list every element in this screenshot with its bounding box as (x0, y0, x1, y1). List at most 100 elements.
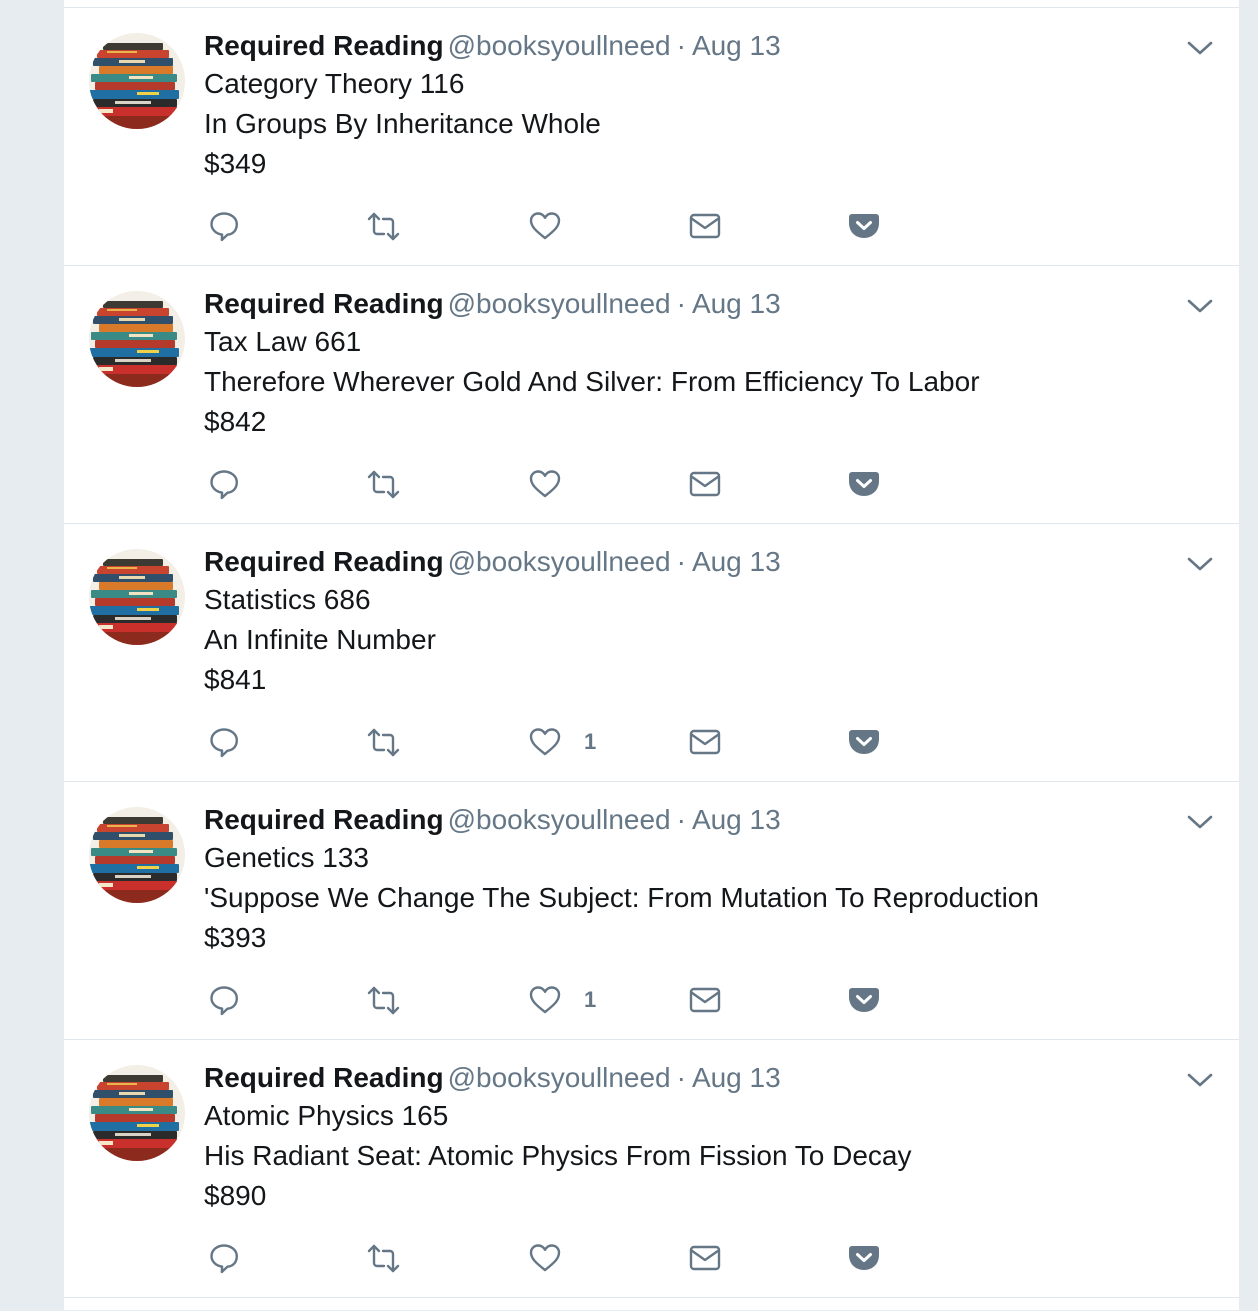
retweet-button[interactable] (365, 982, 401, 1018)
pocket-icon (847, 470, 881, 498)
course-name: Atomic Physics 165 (204, 1100, 449, 1131)
heart-icon (529, 728, 561, 756)
chevron-down-icon[interactable] (1185, 552, 1215, 576)
reply-button[interactable] (207, 982, 241, 1018)
heart-icon (529, 986, 561, 1014)
book-stack-image (89, 1065, 185, 1161)
direct-message-button[interactable] (688, 982, 722, 1018)
envelope-icon (689, 987, 721, 1013)
author-handle[interactable]: @booksyoullneed (448, 1062, 671, 1093)
tweet-date[interactable]: Aug 13 (692, 546, 781, 577)
reply-button[interactable] (207, 208, 241, 244)
retweet-button[interactable] (365, 1240, 401, 1276)
save-to-pocket-button[interactable] (847, 208, 881, 244)
author-name[interactable]: Required Reading (204, 1062, 444, 1093)
save-to-pocket-button[interactable] (847, 724, 881, 760)
envelope-icon (689, 471, 721, 497)
author-name[interactable]: Required Reading (204, 30, 444, 61)
retweet-icon (367, 212, 400, 241)
retweet-button[interactable] (365, 724, 401, 760)
tweet-header: Required Reading @booksyoullneed · Aug 13 (204, 803, 781, 837)
retweet-button[interactable] (365, 466, 401, 502)
author-name[interactable]: Required Reading (204, 288, 444, 319)
tweet-header: Required Reading @booksyoullneed · Aug 13 (204, 1061, 781, 1095)
separator-dot: · (676, 288, 686, 319)
course-name: Category Theory 116 (204, 68, 465, 99)
chevron-down-icon[interactable] (1185, 1068, 1215, 1092)
chevron-down-icon[interactable] (1185, 294, 1215, 318)
course-name: Statistics 686 (204, 584, 371, 615)
chevron-down-icon[interactable] (1185, 810, 1215, 834)
separator-dot: · (676, 546, 686, 577)
author-handle[interactable]: @booksyoullneed (448, 288, 671, 319)
reply-icon (210, 728, 239, 758)
book-price: $393 (204, 922, 267, 953)
envelope-icon (689, 1245, 721, 1271)
avatar[interactable] (89, 33, 185, 129)
envelope-icon (689, 729, 721, 755)
reply-icon (210, 470, 239, 500)
save-to-pocket-button[interactable] (847, 1240, 881, 1276)
retweet-icon (367, 728, 400, 757)
tweet[interactable]: Required Reading @booksyoullneed · Aug 13 G… (64, 781, 1239, 1038)
tweet-actions (204, 466, 924, 502)
next-tweet-edge (64, 1297, 1239, 1311)
reply-icon (210, 986, 239, 1016)
book-price: $842 (204, 406, 267, 437)
retweet-icon (367, 986, 400, 1015)
like-button[interactable] (528, 1240, 584, 1276)
direct-message-button[interactable] (688, 466, 722, 502)
tweet-date[interactable]: Aug 13 (692, 30, 781, 61)
like-button[interactable] (528, 208, 584, 244)
avatar[interactable] (89, 807, 185, 903)
author-handle[interactable]: @booksyoullneed (448, 804, 671, 835)
direct-message-button[interactable] (688, 724, 722, 760)
like-button[interactable]: 1 (528, 724, 596, 760)
tweet-header: Required Reading @booksyoullneed · Aug 13 (204, 287, 781, 321)
tweet-header: Required Reading @booksyoullneed · Aug 13 (204, 545, 781, 579)
book-title: His Radiant Seat: Atomic Physics From Fi… (204, 1140, 912, 1171)
tweet-actions: 1 (204, 982, 924, 1018)
reply-button[interactable] (207, 466, 241, 502)
author-name[interactable]: Required Reading (204, 546, 444, 577)
tweet[interactable]: Required Reading @booksyoullneed · Aug 13 S… (64, 523, 1239, 780)
tweet[interactable]: Required Reading @booksyoullneed · Aug 13 A… (64, 1039, 1239, 1296)
chevron-down-icon[interactable] (1185, 36, 1215, 60)
save-to-pocket-button[interactable] (847, 466, 881, 502)
retweet-icon (367, 470, 400, 499)
heart-icon (529, 212, 561, 240)
retweet-button[interactable] (365, 208, 401, 244)
avatar[interactable] (89, 549, 185, 645)
book-price: $841 (204, 664, 267, 695)
tweet-actions (204, 208, 924, 244)
retweet-icon (367, 1244, 400, 1273)
tweet[interactable]: Required Reading @booksyoullneed · Aug 13 C… (64, 7, 1239, 264)
tweet[interactable]: Required Reading @booksyoullneed · Aug 13 T… (64, 265, 1239, 522)
author-name[interactable]: Required Reading (204, 804, 444, 835)
tweet-date[interactable]: Aug 13 (692, 1062, 781, 1093)
reply-button[interactable] (207, 724, 241, 760)
avatar[interactable] (89, 1065, 185, 1161)
direct-message-button[interactable] (688, 208, 722, 244)
pocket-icon (847, 212, 881, 240)
book-stack-image (89, 33, 185, 129)
author-handle[interactable]: @booksyoullneed (448, 546, 671, 577)
author-handle[interactable]: @booksyoullneed (448, 30, 671, 61)
book-title: 'Suppose We Change The Subject: From Mut… (204, 882, 1039, 913)
course-name: Tax Law 661 (204, 326, 362, 357)
tweet-date[interactable]: Aug 13 (692, 288, 781, 319)
save-to-pocket-button[interactable] (847, 982, 881, 1018)
like-button[interactable] (528, 466, 584, 502)
pocket-icon (847, 728, 881, 756)
book-price: $890 (204, 1180, 267, 1211)
like-button[interactable]: 1 (528, 982, 596, 1018)
reply-icon (210, 212, 239, 242)
book-stack-image (89, 291, 185, 387)
book-stack-image (89, 549, 185, 645)
book-title: In Groups By Inheritance Whole (204, 108, 601, 139)
direct-message-button[interactable] (688, 1240, 722, 1276)
heart-icon (529, 470, 561, 498)
avatar[interactable] (89, 291, 185, 387)
tweet-date[interactable]: Aug 13 (692, 804, 781, 835)
reply-button[interactable] (207, 1240, 241, 1276)
